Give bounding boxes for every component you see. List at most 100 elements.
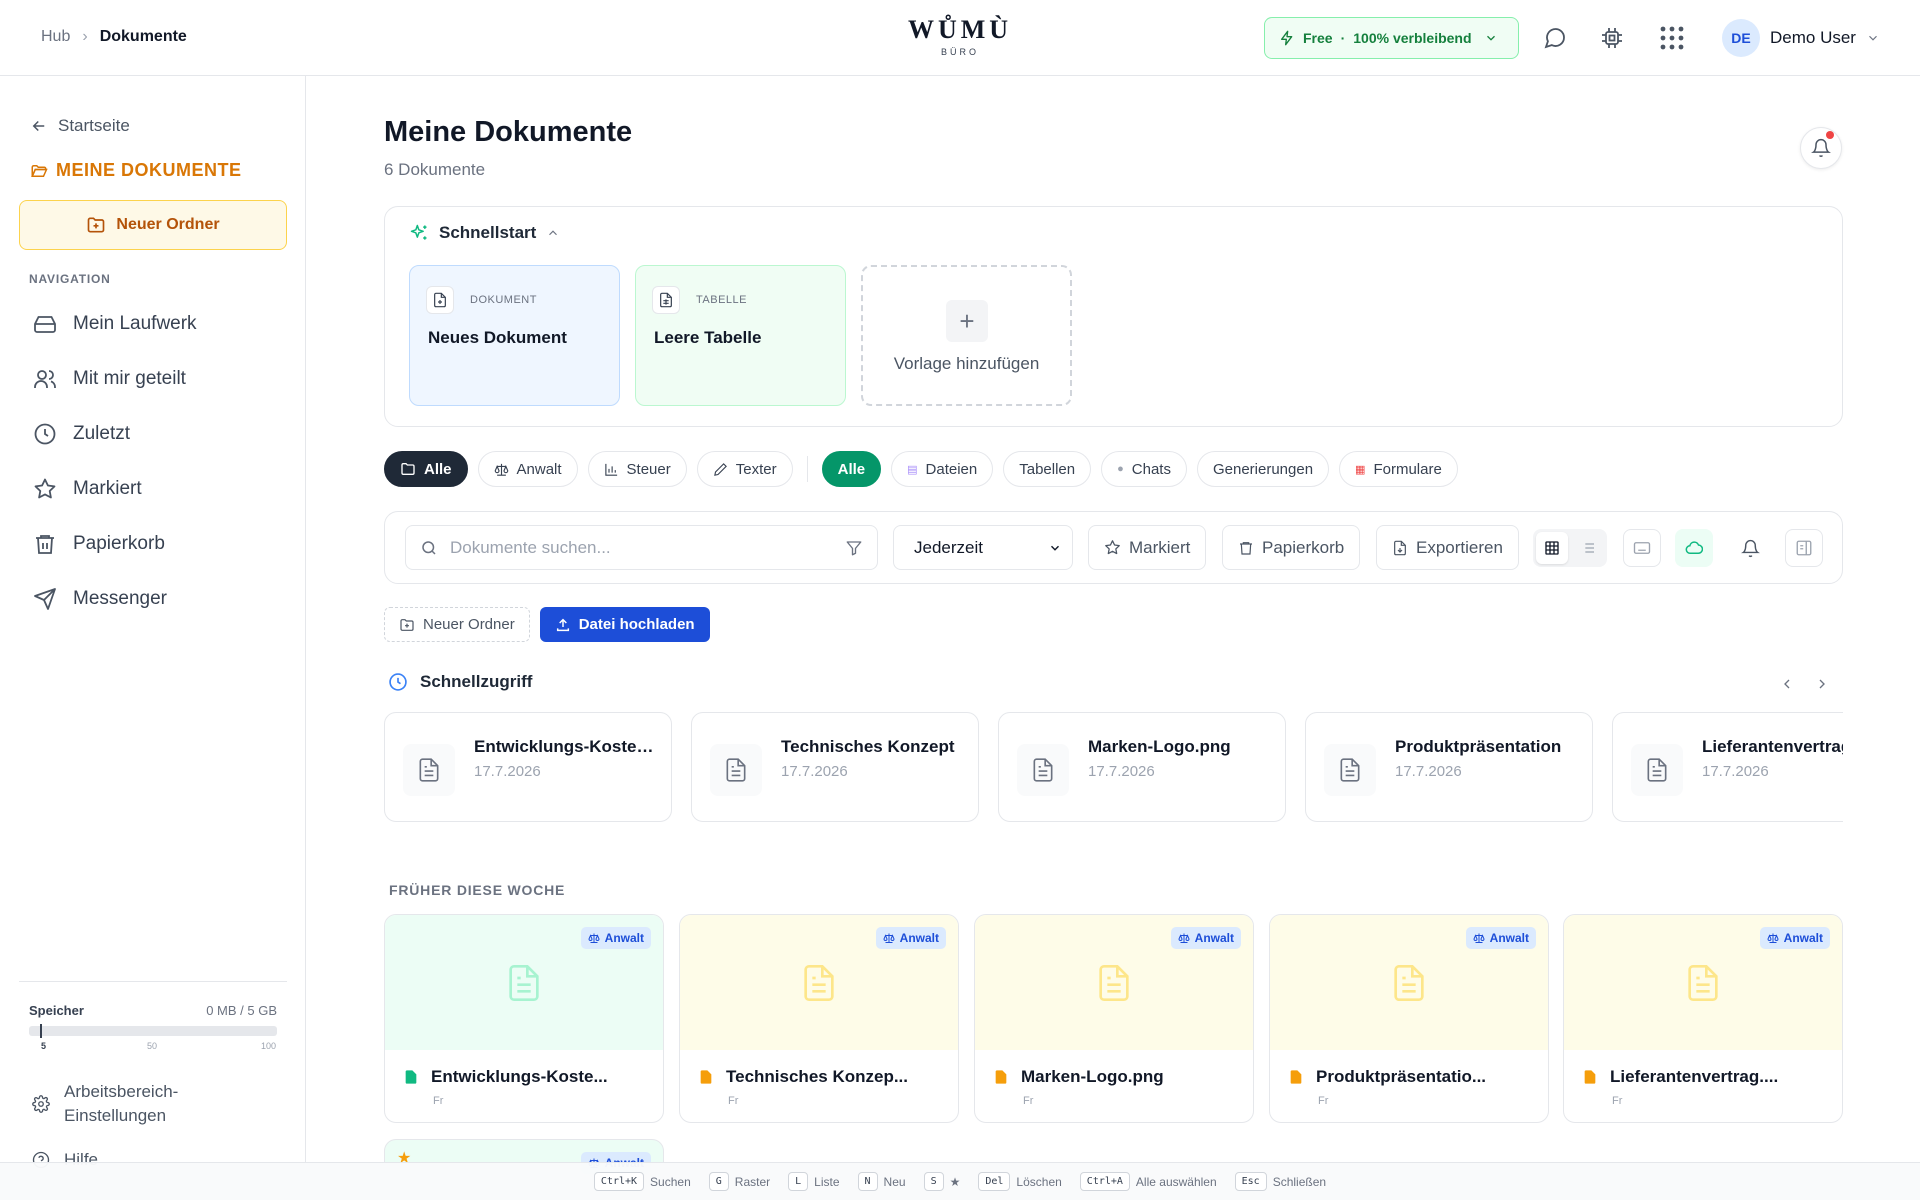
template-empty-table[interactable]: TABELLE Leere Tabelle [635, 265, 846, 406]
quick-access-card[interactable]: Entwicklungs-Kostenplan 17.7.2026 [384, 712, 672, 822]
shortcut-key: Ctrl+K [593, 1172, 645, 1191]
top-bar: Hub › Dokumente WŮMÙ BÜRO Free · 100% ve… [0, 0, 1920, 76]
chip-category-all[interactable]: Alle [384, 451, 468, 487]
document-title: Lieferantenvertrag.... [1582, 1067, 1832, 1087]
chip-category-writer[interactable]: Texter [696, 451, 793, 487]
chip-type-forms[interactable]: ▦ Formulare [1339, 451, 1458, 487]
apps-grid-icon[interactable] [1656, 22, 1688, 54]
chat-icon[interactable] [1539, 22, 1571, 54]
sidebar-item-messenger[interactable]: Messenger [19, 571, 287, 626]
arrow-left-icon [30, 117, 48, 135]
chip-type-chats[interactable]: ● Chats [1101, 451, 1187, 487]
scale-icon [494, 462, 509, 477]
back-to-home-link[interactable]: Startseite [30, 116, 130, 136]
template-name: Neues Dokument [428, 328, 567, 347]
quick-access-name: Marken-Logo.png [1088, 737, 1231, 756]
export-button[interactable]: Exportieren [1376, 525, 1519, 570]
plus-icon: + [946, 300, 988, 342]
new-folder-label: Neuer Ordner [423, 616, 515, 633]
upload-file-button[interactable]: Datei hochladen [539, 607, 710, 642]
chip-category-tax[interactable]: Steuer [587, 451, 687, 487]
back-label: Startseite [58, 116, 130, 135]
trash-label: Papierkorb [1262, 537, 1345, 557]
storage-bar [29, 1026, 277, 1036]
chip-label: Texter [735, 460, 777, 478]
quick-access-card[interactable]: Technisches Konzept 17.7.2026 [691, 712, 979, 822]
doc-emoji-icon: ▤ [907, 463, 918, 476]
breadcrumb-separator: › [82, 28, 88, 45]
scale-icon [1473, 932, 1485, 944]
tag-label: Anwalt [1194, 931, 1234, 945]
starred-label: Markiert [1129, 537, 1191, 557]
cloud-sync-icon[interactable] [1675, 529, 1713, 567]
bell-icon[interactable] [1731, 529, 1769, 567]
sidebar-item-label: Zuletzt [73, 422, 131, 444]
quickstart-header[interactable]: Schnellstart [409, 223, 560, 243]
user-menu[interactable]: DE Demo User [1722, 19, 1880, 57]
avatar: DE [1722, 19, 1760, 57]
chevron-up-icon [546, 226, 560, 240]
chip-type-tables[interactable]: Tabellen [1003, 451, 1092, 487]
filter-icon[interactable] [845, 539, 863, 557]
document-card[interactable]: Anwalt Marken-Logo.png Fr [974, 914, 1254, 1123]
document-meta: Fr [1318, 1095, 1329, 1107]
file-icon [1582, 1069, 1598, 1085]
chip-category-lawyer[interactable]: Anwalt [477, 451, 578, 487]
chip-icon[interactable] [1596, 22, 1628, 54]
sidebar-new-folder-button[interactable]: Neuer Ordner [19, 200, 287, 250]
breadcrumb-hub[interactable]: Hub [41, 28, 70, 46]
template-new-document[interactable]: DOKUMENT Neues Dokument [409, 265, 620, 406]
file-text-icon [1324, 744, 1376, 796]
file-export-icon [1392, 540, 1408, 556]
chip-type-generations[interactable]: Generierungen [1196, 451, 1330, 487]
sidebar-item-recent[interactable]: Zuletzt [19, 406, 287, 461]
chevron-down-icon [1048, 541, 1062, 555]
notifications-button[interactable] [1800, 127, 1842, 169]
chip-label: Chats [1131, 460, 1171, 478]
storage-tick: 50 [147, 1041, 158, 1051]
star-icon [33, 477, 57, 501]
document-meta: Fr [728, 1095, 739, 1107]
sidebar-item-label: Mein Laufwerk [73, 312, 197, 334]
search-input[interactable] [450, 537, 833, 558]
new-folder-button[interactable]: Neuer Ordner [384, 607, 530, 642]
document-card[interactable]: Anwalt Entwicklungs-Koste... Fr [384, 914, 664, 1123]
grid-view-icon[interactable] [1536, 532, 1568, 564]
storage-value: 0 MB / 5 GB [206, 1003, 277, 1018]
shortcut-key: Ctrl+A [1079, 1172, 1130, 1191]
sidebar-item-trash[interactable]: Papierkorb [19, 516, 287, 571]
shortcut-key: G [708, 1172, 729, 1191]
pen-icon [713, 462, 728, 477]
add-template-button[interactable]: + Vorlage hinzufügen [861, 265, 1072, 406]
quick-access-card[interactable]: Lieferantenvertrag 17.7.2026 [1612, 712, 1843, 822]
starred-filter-button[interactable]: Markiert [1088, 525, 1207, 570]
chevron-right-icon[interactable] [1810, 672, 1834, 696]
folder-plus-icon [86, 215, 106, 235]
plan-status-button[interactable]: Free · 100% verbleibend [1264, 17, 1519, 59]
file-text-icon [1094, 961, 1134, 1005]
document-card[interactable]: Anwalt Produktpräsentatio... Fr [1269, 914, 1549, 1123]
sidebar-item-my-drive[interactable]: Mein Laufwerk [19, 296, 287, 351]
document-card[interactable]: Anwalt Lieferantenvertrag.... Fr [1563, 914, 1843, 1123]
document-thumbnail: Anwalt [680, 915, 958, 1050]
panel-toggle-icon[interactable] [1785, 529, 1823, 567]
page-title: Meine Dokumente [384, 116, 633, 148]
quick-access-card[interactable]: Produktpräsentation 17.7.2026 [1305, 712, 1593, 822]
section-earlier-this-week: FRÜHER DIESE WOCHE [389, 882, 566, 898]
workspace-settings-link[interactable]: Arbeitsbereich-Einstellungen [32, 1080, 282, 1128]
keyboard-icon[interactable] [1623, 529, 1661, 567]
chevron-left-icon[interactable] [1775, 672, 1799, 696]
document-card[interactable]: Anwalt Technisches Konzep... Fr [679, 914, 959, 1123]
sidebar-item-shared[interactable]: Mit mir geteilt [19, 351, 287, 406]
quick-access-card[interactable]: Marken-Logo.png 17.7.2026 [998, 712, 1286, 822]
sidebar-item-starred[interactable]: Markiert [19, 461, 287, 516]
nav-heading: NAVIGATION [29, 272, 111, 286]
chip-type-files[interactable]: ▤ Dateien [891, 451, 994, 487]
list-view-icon[interactable] [1572, 532, 1604, 564]
chip-type-all[interactable]: Alle [821, 451, 882, 487]
sidebar-divider [19, 981, 287, 982]
trash-filter-button[interactable]: Papierkorb [1222, 525, 1361, 570]
time-filter-select[interactable]: Jederzeit [893, 525, 1073, 570]
app-logo[interactable]: WŮMÙ BÜRO [900, 16, 1020, 58]
settings-label: Arbeitsbereich-Einstellungen [64, 1082, 179, 1125]
